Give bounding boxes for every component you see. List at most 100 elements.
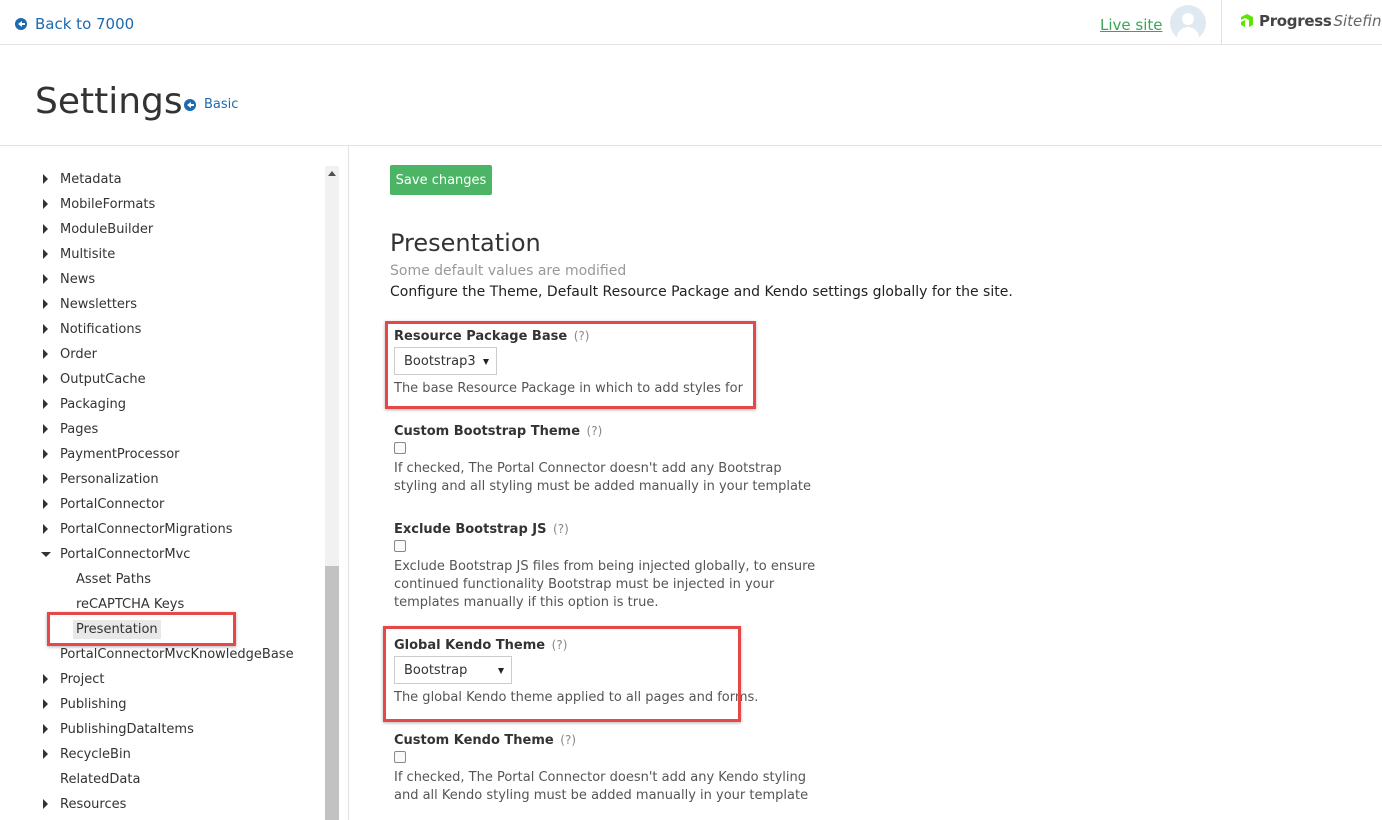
exclude-bootstrap-js-help[interactable]: (?)	[553, 522, 569, 536]
exclude-bootstrap-js-label: Exclude Bootstrap JS (?)	[394, 522, 569, 537]
sidebar-tree-item[interactable]: reCAPTCHA Keys	[0, 593, 320, 615]
brand-sitefinity-text: Sitefinity	[1333, 12, 1382, 30]
custom-kendo-theme-checkbox[interactable]	[394, 751, 406, 763]
sidebar-tree-item[interactable]: Presentation	[0, 618, 320, 640]
sidebar-tree-item[interactable]: Packaging	[0, 393, 320, 415]
sidebar-tree-item-label: OutputCache	[60, 371, 146, 387]
sidebar-scroll-thumb[interactable]	[325, 566, 339, 820]
caret-right-icon[interactable]	[43, 449, 48, 459]
basic-settings-link[interactable]: Basic	[184, 97, 238, 112]
sidebar-tree-item[interactable]: Resources	[0, 793, 320, 815]
top-bar: Back to 7000 Live site Progress Sitefini…	[0, 0, 1382, 45]
global-kendo-theme-select[interactable]: Bootstrap	[394, 656, 512, 684]
exclude-bootstrap-js-hint: Exclude Bootstrap JS files from being in…	[394, 559, 816, 610]
sidebar-tree-item[interactable]: Multisite	[0, 243, 320, 265]
sidebar-tree-item[interactable]: Asset Paths	[0, 568, 320, 590]
sidebar-tree-item[interactable]: Order	[0, 343, 320, 365]
caret-right-icon[interactable]	[43, 799, 48, 809]
custom-bootstrap-help[interactable]: (?)	[587, 424, 603, 438]
sidebar-tree-item-label: RelatedData	[60, 771, 141, 787]
sidebar-tree-item[interactable]: Project	[0, 668, 320, 690]
caret-right-icon[interactable]	[43, 174, 48, 184]
resource-package-select[interactable]: Bootstrap3	[394, 347, 497, 375]
sidebar-tree-item[interactable]: PortalConnectorMigrations	[0, 518, 320, 540]
brand-logo: Progress Sitefinity ™	[1239, 12, 1382, 30]
custom-kendo-theme-help[interactable]: (?)	[560, 733, 576, 747]
custom-bootstrap-hint: If checked, The Portal Connector doesn't…	[394, 461, 812, 494]
caret-right-icon[interactable]	[43, 374, 48, 384]
caret-right-icon[interactable]	[43, 274, 48, 284]
save-changes-button[interactable]: Save changes	[390, 165, 492, 195]
sidebar-tree-item[interactable]: Pages	[0, 418, 320, 440]
caret-right-icon[interactable]	[43, 699, 48, 709]
section-description: Configure the Theme, Default Resource Pa…	[390, 284, 1013, 300]
custom-bootstrap-checkbox[interactable]	[394, 442, 406, 454]
sidebar-tree-item-label: PortalConnector	[60, 496, 165, 512]
sidebar-tree-item[interactable]: RelatedData	[0, 768, 320, 790]
caret-right-icon[interactable]	[43, 299, 48, 309]
sidebar-tree-item[interactable]: PortalConnector	[0, 493, 320, 515]
sidebar-tree-item[interactable]: Publishing	[0, 693, 320, 715]
caret-right-icon[interactable]	[43, 724, 48, 734]
caret-right-icon[interactable]	[43, 399, 48, 409]
caret-right-icon[interactable]	[43, 424, 48, 434]
sidebar-scrollbar[interactable]	[325, 166, 339, 820]
caret-right-icon[interactable]	[43, 349, 48, 359]
sidebar-tree-item-label: ModuleBuilder	[60, 221, 154, 237]
sidebar-tree-item-label: PaymentProcessor	[60, 446, 180, 462]
sidebar-tree-item[interactable]: Metadata	[0, 168, 320, 190]
global-kendo-theme-hint: The global Kendo theme applied to all pa…	[394, 690, 759, 705]
sidebar-tree-item-label: PortalConnectorMigrations	[60, 521, 233, 537]
sidebar-tree-item[interactable]: ModuleBuilder	[0, 218, 320, 240]
global-kendo-theme-help[interactable]: (?)	[552, 638, 568, 652]
user-avatar-icon[interactable]	[1170, 5, 1206, 41]
sidebar-tree-item[interactable]: RecycleBin	[0, 743, 320, 765]
sidebar-tree-item-label: Presentation	[73, 619, 161, 639]
global-kendo-theme-label: Global Kendo Theme (?)	[394, 638, 568, 653]
custom-bootstrap-label: Custom Bootstrap Theme (?)	[394, 424, 603, 439]
caret-down-icon[interactable]	[41, 551, 51, 557]
sidebar-tree-item[interactable]: MobileFormats	[0, 193, 320, 215]
page-title: Settings	[35, 81, 183, 122]
live-site-link[interactable]: Live site	[1100, 16, 1163, 34]
modified-notice: Some default values are modified	[390, 263, 627, 279]
caret-right-icon[interactable]	[43, 524, 48, 534]
caret-right-icon[interactable]	[43, 674, 48, 684]
sidebar-tree-item-label: Order	[60, 346, 97, 362]
custom-kendo-theme-hint: If checked, The Portal Connector doesn't…	[394, 770, 809, 803]
sidebar-tree-item[interactable]: News	[0, 268, 320, 290]
sidebar-tree-item[interactable]: PortalConnectorMvcKnowledgeBase	[0, 643, 320, 665]
sidebar-tree-item-label: PublishingDataItems	[60, 721, 194, 737]
chevron-down-icon	[483, 359, 489, 365]
sidebar-tree-item[interactable]: OutputCache	[0, 368, 320, 390]
resource-package-help[interactable]: (?)	[574, 329, 590, 343]
sidebar-tree-item[interactable]: PaymentProcessor	[0, 443, 320, 465]
sidebar-tree-item[interactable]: Newsletters	[0, 293, 320, 315]
brand-progress-text: Progress	[1259, 12, 1332, 30]
basic-link-label: Basic	[204, 97, 239, 112]
caret-right-icon[interactable]	[43, 324, 48, 334]
sidebar-tree-item-label: Packaging	[60, 396, 126, 412]
caret-right-icon[interactable]	[43, 224, 48, 234]
scroll-up-icon[interactable]	[325, 168, 339, 180]
back-arrow-icon	[15, 18, 27, 30]
progress-logo-icon	[1241, 14, 1253, 27]
sidebar-tree-item-label: Asset Paths	[76, 571, 151, 587]
exclude-bootstrap-js-checkbox[interactable]	[394, 540, 406, 552]
sidebar-tree-item[interactable]: Personalization	[0, 468, 320, 490]
resource-package-hint: The base Resource Package in which to ad…	[394, 381, 743, 396]
sidebar-tree-item[interactable]: PublishingDataItems	[0, 718, 320, 740]
caret-right-icon[interactable]	[43, 249, 48, 259]
sidebar-tree-item-label: PortalConnectorMvcKnowledgeBase	[60, 646, 294, 662]
sidebar-tree-item[interactable]: Notifications	[0, 318, 320, 340]
back-link[interactable]: Back to 7000	[15, 15, 134, 33]
caret-right-icon[interactable]	[43, 199, 48, 209]
basic-arrow-icon	[184, 98, 196, 111]
section-title: Presentation	[390, 229, 541, 257]
sidebar-tree-item-label: Project	[60, 671, 105, 687]
sidebar-tree-item[interactable]: PortalConnectorMvc	[0, 543, 320, 565]
sidebar-tree-item-label: Publishing	[60, 696, 127, 712]
caret-right-icon[interactable]	[43, 749, 48, 759]
caret-right-icon[interactable]	[43, 474, 48, 484]
caret-right-icon[interactable]	[43, 499, 48, 509]
